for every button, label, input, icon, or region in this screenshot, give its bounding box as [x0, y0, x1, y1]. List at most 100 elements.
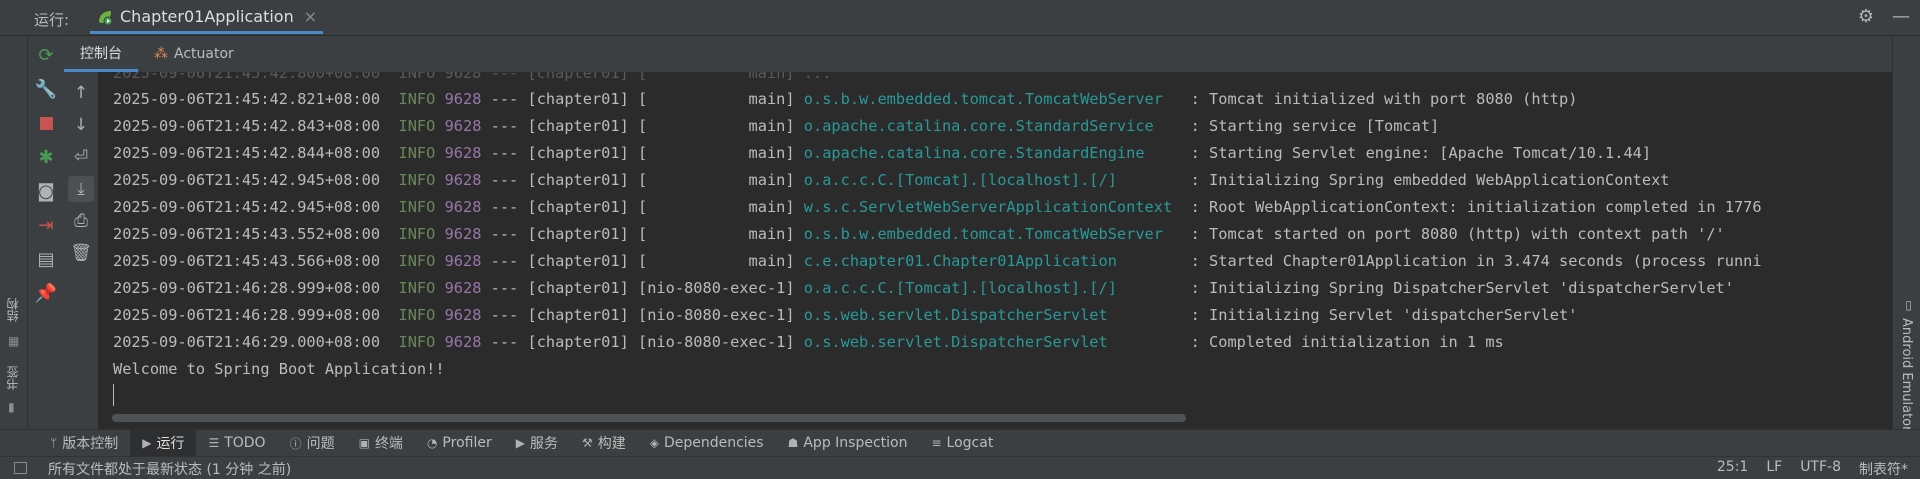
run-toolwindow-header: 运行: Chapter01Application × ⚙ — [0, 0, 1920, 36]
tab-logcat[interactable]: ≡ Logcat [919, 430, 1005, 457]
soft-wrap-icon[interactable]: ⏎ [68, 144, 94, 170]
left-tool-strip: 结构 ▦ 书签 ▮ [0, 36, 28, 438]
layout-icon[interactable]: ▤ [33, 246, 59, 272]
log-app-name: [chapter01] [527, 225, 629, 243]
tab-build[interactable]: ⚒ 构建 [570, 430, 638, 457]
tab-console[interactable]: 控制台 [64, 36, 138, 72]
log-app-name: [chapter01] [527, 117, 629, 135]
console-output[interactable]: 2025-09-06T21:45:42.800+08:00 INFO 9628 … [100, 72, 1890, 420]
tab-actuator[interactable]: ⁂ Actuator [138, 36, 250, 72]
log-thread: [ main] [638, 225, 795, 243]
toggle-tool-windows-icon[interactable] [14, 462, 27, 474]
log-separator: --- [490, 306, 519, 324]
log-app-name: [chapter01] [527, 252, 629, 270]
log-logger[interactable]: o.s.web.servlet.DispatcherServlet [804, 306, 1182, 324]
caret-position[interactable]: 25:1 [1717, 459, 1748, 479]
snapshot-camera-icon[interactable]: ◙ [33, 178, 59, 204]
spring-boot-run-icon [99, 10, 113, 25]
app-inspection-icon: ☗ [787, 436, 799, 450]
tab-profiler[interactable]: ◔ Profiler [415, 430, 504, 457]
exit-icon[interactable]: ⇥ [33, 212, 59, 238]
bookmarks-tool-button[interactable]: 书签 [4, 366, 21, 390]
log-thread: [ main] [638, 144, 795, 162]
log-level: INFO [398, 279, 436, 297]
log-logger[interactable]: c.e.chapter01.Chapter01Application [804, 252, 1182, 270]
file-encoding[interactable]: UTF-8 [1800, 459, 1841, 479]
log-logger[interactable]: w.s.c.ServletWebServerApplicationContext [804, 198, 1182, 216]
log-app-name: [chapter01] [527, 144, 629, 162]
indent-setting[interactable]: 制表符* [1859, 459, 1908, 479]
tab-services[interactable]: ▶ 服务 [504, 430, 570, 457]
tab-terminal[interactable]: ▣ 终端 [347, 430, 415, 457]
log-logger[interactable]: o.s.b.w.embedded.tomcat.TomcatWebServer [804, 225, 1182, 243]
log-message: : Started Chapter01Application in 3.474 … [1190, 252, 1762, 270]
log-thread: [nio-8080-exec-1] [638, 333, 795, 351]
log-logger[interactable]: o.a.c.c.C.[Tomcat].[localhost].[/] [804, 279, 1182, 297]
log-thread: [ main] [638, 90, 795, 108]
print-icon[interactable]: ⎙ [68, 208, 94, 234]
log-line: 2025-09-06T21:45:42.844+08:00 INFO 9628 … [113, 140, 1651, 167]
log-line: 2025-09-06T21:45:42.945+08:00 INFO 9628 … [113, 167, 1670, 194]
log-line: 2025-09-06T21:46:28.999+08:00 INFO 9628 … [113, 275, 1734, 302]
log-level: INFO [398, 198, 436, 216]
tab-git-branch[interactable]: ᛘ 版本控制 [38, 430, 130, 457]
log-pid: 9628 [444, 333, 482, 351]
log-timestamp: 2025-09-06T21:45:42.844+08:00 [113, 144, 381, 162]
log-app-name: [chapter01] [527, 306, 629, 324]
tab-dependencies[interactable]: ◈ Dependencies [638, 430, 776, 457]
log-timestamp: 2025-09-06T21:46:28.999+08:00 [113, 306, 381, 324]
log-message: : Initializing Spring embedded WebApplic… [1190, 171, 1670, 189]
text-cursor [113, 384, 114, 406]
log-app-name: [chapter01] [527, 333, 629, 351]
close-tab-icon[interactable]: × [304, 7, 317, 26]
settings-gear-icon[interactable]: ⚙ [1858, 6, 1874, 27]
log-separator: --- [490, 279, 519, 297]
tab-label: 问题 [306, 436, 335, 452]
rerun-icon[interactable]: ⟳ [33, 42, 59, 68]
log-logger[interactable]: o.apache.catalina.core.StandardService [804, 117, 1182, 135]
clear-trash-icon[interactable]: 🗑 [68, 240, 94, 266]
build-icon: ⚒ [581, 436, 593, 450]
minimize-icon[interactable]: — [1892, 6, 1910, 27]
scroll-to-end-icon[interactable]: ⤓ [68, 176, 94, 202]
horizontal-scrollbar[interactable] [112, 414, 1186, 422]
tab-problems[interactable]: ⓘ 问题 [278, 430, 347, 457]
terminal-icon: ▣ [358, 436, 370, 450]
log-level: INFO [398, 306, 436, 324]
log-thread: [ main] [638, 198, 795, 216]
log-timestamp: 2025-09-06T21:45:42.945+08:00 [113, 171, 381, 189]
up-arrow-icon[interactable]: ↑ [68, 80, 94, 106]
modify-config-wrench-icon[interactable]: 🔧 [33, 76, 59, 102]
structure-tool-button[interactable]: 结构 [4, 298, 21, 322]
android-emulator-tool-button[interactable]: Android Emulator [1899, 318, 1914, 431]
line-ending[interactable]: LF [1766, 459, 1782, 479]
tab-label: 构建 [597, 436, 626, 452]
log-line: 2025-09-06T21:45:42.843+08:00 INFO 9628 … [113, 113, 1439, 140]
log-logger[interactable]: o.a.c.c.C.[Tomcat].[localhost].[/] [804, 171, 1182, 189]
log-logger[interactable]: o.s.b.w.embedded.tomcat.TomcatWebServer [804, 90, 1182, 108]
tab-label: 服务 [529, 436, 558, 452]
log-logger[interactable]: o.apache.catalina.core.StandardEngine [804, 144, 1182, 162]
down-arrow-icon[interactable]: ↓ [68, 112, 94, 138]
pin-icon[interactable]: 📌 [33, 280, 59, 306]
log-line: 2025-09-06T21:46:29.000+08:00 INFO 9628 … [113, 329, 1504, 356]
log-level: INFO [398, 252, 436, 270]
bookmark-icon: ▮ [8, 400, 15, 414]
log-timestamp: 2025-09-06T21:45:43.552+08:00 [113, 225, 381, 243]
log-logger[interactable]: o.s.web.servlet.DispatcherServlet [804, 333, 1182, 351]
log-pid: 9628 [444, 279, 482, 297]
log-pid: 9628 [444, 90, 482, 108]
log-timestamp: 2025-09-06T21:45:43.566+08:00 [113, 252, 381, 270]
log-pid: 9628 [444, 198, 482, 216]
log-message: : Initializing Spring DispatcherServlet … [1190, 279, 1734, 297]
status-bar: 所有文件都处于最新状态 (1 分钟 之前) 25:1 LF UTF-8 制表符* [0, 456, 1920, 479]
stop-icon[interactable] [33, 110, 59, 136]
tab-label: Logcat [946, 435, 994, 451]
log-separator: --- [490, 333, 519, 351]
tab-app-inspection[interactable]: ☗ App Inspection [776, 430, 920, 457]
log-message: : Root WebApplicationContext: initializa… [1190, 198, 1762, 216]
debug-bug-icon[interactable]: ✱ [33, 144, 59, 170]
tab-chapter01application[interactable]: Chapter01Application × [90, 2, 324, 34]
tab-run[interactable]: ▶ 运行 [130, 429, 197, 457]
tab-todo[interactable]: ☰ TODO [196, 430, 277, 457]
